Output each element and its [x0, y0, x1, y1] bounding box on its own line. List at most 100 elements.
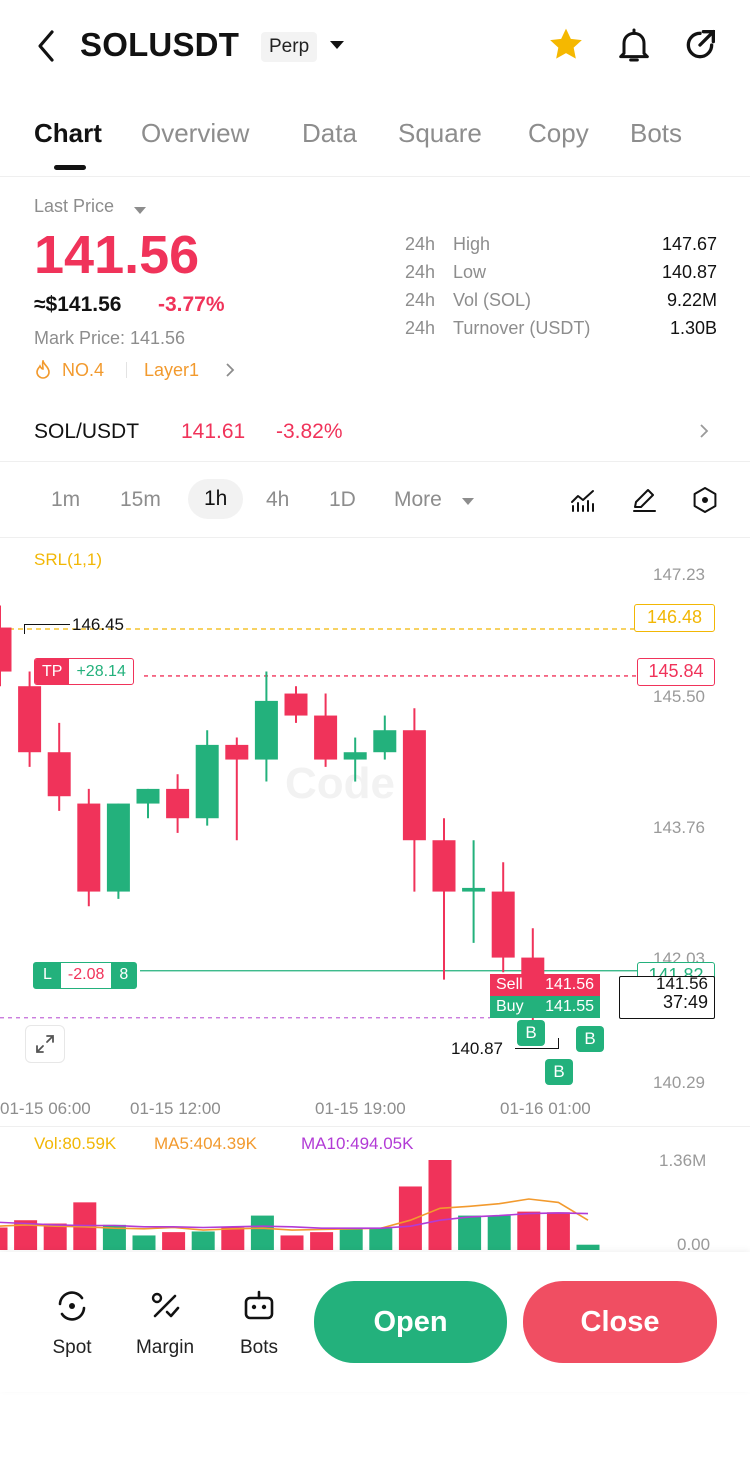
tabs-divider — [0, 176, 750, 177]
high-marker-line — [24, 624, 70, 625]
tp-label: TP — [35, 659, 70, 684]
caret-down-icon[interactable] — [461, 494, 475, 512]
low-price-marker: 140.87 — [451, 1039, 503, 1058]
margin-nav-label: Margin — [135, 1337, 195, 1358]
price-change: -3.77% — [158, 293, 225, 316]
contract-type-badge[interactable]: Perp — [261, 32, 318, 62]
draw-pen-icon[interactable] — [629, 485, 659, 520]
symbol-title[interactable]: SOLUSDT — [80, 26, 239, 64]
star-icon[interactable] — [546, 25, 586, 70]
spot-pair-row[interactable]: SOL/USDT 141.61 -3.82% — [0, 404, 750, 460]
spot-pair: SOL/USDT — [34, 420, 140, 443]
timeframe-4h[interactable]: 4h — [266, 488, 289, 512]
sell-quote-tag[interactable]: Sell 141.56 — [490, 974, 600, 996]
share-icon[interactable] — [680, 25, 720, 70]
price-axis-label: 145.50 — [653, 687, 705, 706]
candle-body — [491, 891, 515, 958]
margin-percent-icon — [151, 1292, 180, 1318]
timeframe-1h[interactable]: 1h — [188, 479, 244, 519]
low-marker-line — [515, 1048, 559, 1049]
volume-bar — [43, 1223, 67, 1250]
tab-square[interactable]: Square — [398, 118, 482, 149]
candle-body — [314, 715, 338, 760]
spot-change: -3.82% — [276, 420, 343, 443]
candle-body — [462, 887, 486, 892]
buy-trade-marker[interactable]: B — [517, 1020, 545, 1046]
bots-nav-button[interactable]: Bots — [228, 1288, 290, 1358]
buy-trade-marker[interactable]: B — [545, 1059, 573, 1085]
time-axis-label: 01-16 01:00 — [500, 1099, 591, 1118]
volume-chart — [0, 1160, 600, 1250]
tab-copy[interactable]: Copy — [528, 118, 589, 149]
expand-chart-button[interactable] — [25, 1025, 65, 1063]
tp-price-tag[interactable]: 145.84 — [637, 658, 715, 686]
sell-price: 141.56 — [545, 976, 594, 993]
spot-swap-icon — [58, 1291, 86, 1321]
stat-row-high: 24h High 147.67 — [405, 234, 717, 254]
chevron-right-icon[interactable] — [224, 361, 236, 384]
watermark-logo: Code — [285, 759, 395, 808]
chart-settings-icon[interactable] — [690, 485, 720, 520]
expand-icon — [36, 1035, 54, 1053]
chevron-down-icon[interactable] — [328, 38, 346, 57]
countdown: 37:49 — [662, 992, 708, 1012]
spot-nav-label: Spot — [52, 1337, 92, 1358]
robot-icon — [244, 1290, 274, 1320]
stat-row-turnover: 24h Turnover (USDT) 1.30B — [405, 318, 717, 338]
timeframe-15m[interactable]: 15m — [120, 488, 161, 512]
rank-badge[interactable]: NO.4 — [62, 360, 104, 381]
chevron-right-icon — [698, 422, 710, 445]
candle-body — [18, 686, 42, 753]
last-price: 141.56 — [34, 225, 200, 285]
tp-order-tag[interactable]: TP +28.14 — [34, 658, 134, 685]
tp-pnl: +28.14 — [76, 663, 126, 680]
time-axis-label: 01-15 19:00 — [315, 1099, 406, 1118]
last-price-label[interactable]: Last Price — [34, 196, 114, 217]
tab-chart[interactable]: Chart — [34, 118, 102, 149]
buy-label: Buy — [496, 998, 524, 1015]
candle-body — [195, 744, 219, 819]
position-tag[interactable]: L -2.08 8 — [33, 962, 138, 989]
close-position-button[interactable]: Close — [523, 1281, 717, 1363]
candle-body — [284, 693, 308, 716]
candle-body — [373, 730, 397, 753]
mark-price: Mark Price: 141.56 — [34, 328, 186, 348]
volume-bar — [546, 1212, 570, 1250]
volume-bar — [250, 1215, 274, 1250]
candle-body — [225, 744, 249, 760]
spot-divider — [0, 461, 750, 462]
volume-bar — [398, 1186, 422, 1250]
volume-bar — [310, 1232, 334, 1250]
volume-bar — [369, 1228, 393, 1250]
timeframe-1m[interactable]: 1m — [51, 488, 80, 512]
timeframe-1D[interactable]: 1D — [329, 488, 356, 512]
position-leverage: 8 — [119, 966, 129, 983]
tab-bots[interactable]: Bots — [630, 118, 682, 149]
candle-body — [47, 752, 71, 797]
volume-divider — [0, 1126, 750, 1127]
volume-bar — [517, 1211, 541, 1250]
volume-bar — [221, 1227, 245, 1250]
back-icon[interactable] — [28, 26, 68, 66]
open-position-button[interactable]: Open — [314, 1281, 507, 1363]
spot-nav-button[interactable]: Spot — [40, 1288, 104, 1358]
sell-label: Sell — [496, 976, 523, 993]
last-price-countdown-box: 141.56 37:49 — [619, 976, 715, 1019]
margin-nav-button[interactable]: Margin — [130, 1288, 200, 1358]
low-marker-tick — [558, 1038, 559, 1049]
tab-data[interactable]: Data — [302, 118, 357, 149]
timeframe-more[interactable]: More — [394, 488, 442, 512]
layer-tag[interactable]: Layer1 — [144, 360, 199, 381]
volume-bar — [339, 1227, 363, 1250]
usd-price: ≈$141.56 — [34, 293, 122, 316]
current-price-partial: 141.56 — [656, 977, 708, 989]
stats-table: 24h High 147.67 24h Low 140.87 24h Vol (… — [405, 234, 717, 346]
buy-trade-marker[interactable]: B — [576, 1026, 604, 1052]
tab-overview[interactable]: Overview — [141, 118, 249, 149]
bell-icon[interactable] — [614, 25, 654, 70]
volume-bar — [132, 1235, 156, 1250]
position-side: L — [43, 966, 52, 983]
indicator-icon[interactable] — [568, 485, 598, 520]
buy-quote-tag[interactable]: Buy 141.55 — [490, 996, 600, 1018]
caret-down-icon[interactable] — [133, 203, 147, 221]
